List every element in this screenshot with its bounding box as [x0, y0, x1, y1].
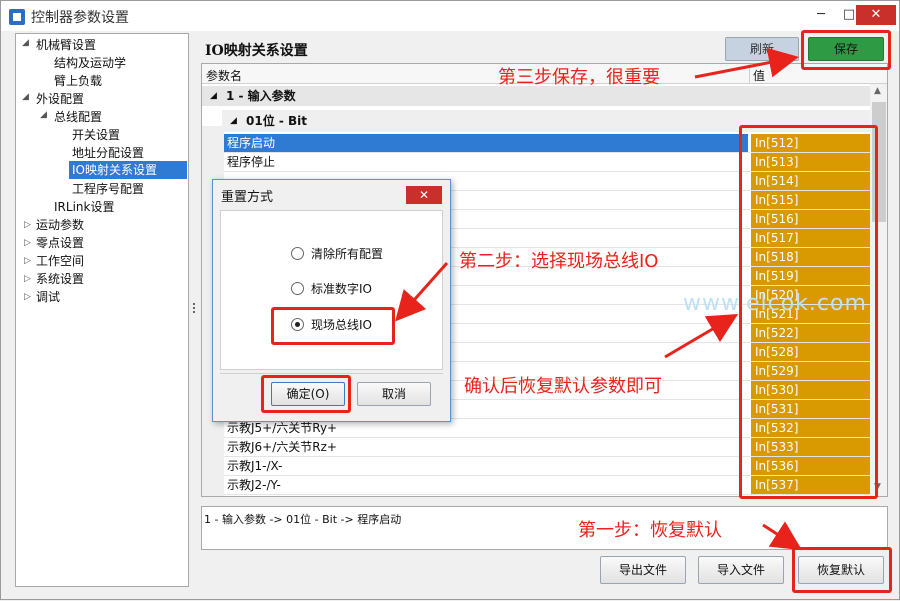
arrow-to-restore [762, 521, 803, 551]
arrow-to-values [664, 313, 739, 359]
arrow-to-save [694, 47, 799, 79]
annotation-arrows [395, 47, 803, 551]
arrow-to-fieldbus [395, 262, 449, 322]
main-window: 控制器参数设置 ─ □ ✕ ◢ 机械臂设置 结构及运动学 臂上负载 ◢ 外设配置… [0, 0, 900, 600]
